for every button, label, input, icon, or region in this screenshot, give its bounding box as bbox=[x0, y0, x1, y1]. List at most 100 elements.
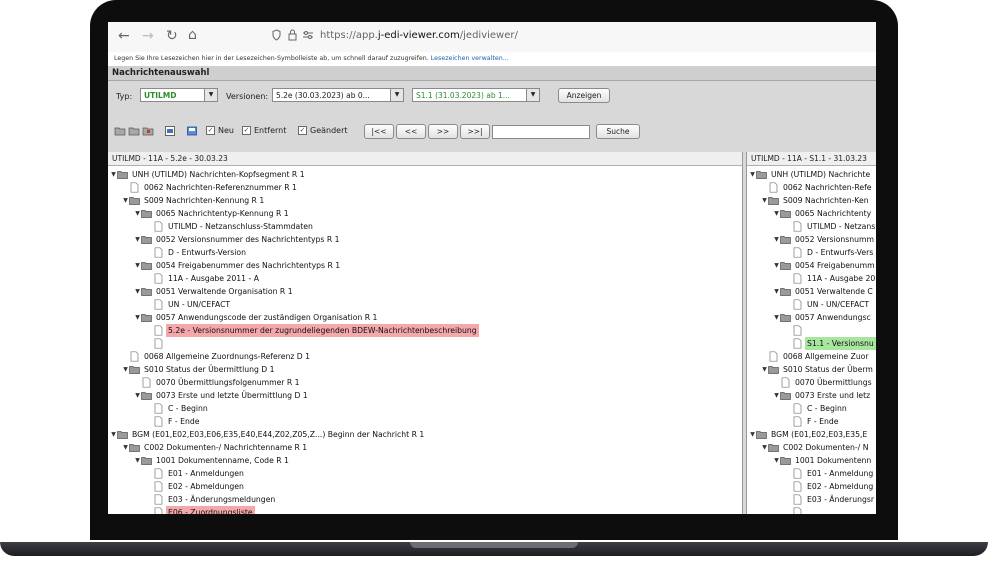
first-button[interactable]: |<< bbox=[364, 124, 394, 139]
chevron-down-icon[interactable]: ▼ bbox=[526, 89, 539, 101]
expand-toggle-icon[interactable]: ▼ bbox=[110, 428, 117, 441]
tree-node[interactable]: ▼ 0057 Anwendungscode der zuständigen Org… bbox=[134, 311, 379, 324]
tree-node[interactable]: ▼ S009 Nachrichten-Ken bbox=[761, 194, 871, 207]
tree-node[interactable]: ▼ 0051 Verwaltende C bbox=[773, 285, 875, 298]
tree-node[interactable]: ▼ 0054 Freigabenumm bbox=[773, 259, 876, 272]
tree-node[interactable]: UTILMD - Netzans bbox=[785, 220, 876, 233]
tree-node[interactable]: E01 - Anmeldungen bbox=[146, 467, 246, 480]
lock-icon[interactable] bbox=[288, 29, 297, 41]
new-checkbox[interactable]: ✓ bbox=[206, 126, 215, 135]
tree-node[interactable]: ▼ UNH (UTILMD) Nachrichten-Kopfsegment R … bbox=[110, 168, 307, 181]
expand-toggle-icon[interactable]: ▼ bbox=[761, 194, 768, 207]
expand-toggle-icon[interactable]: ▼ bbox=[134, 311, 141, 324]
back-arrow-icon[interactable]: ← bbox=[118, 28, 130, 44]
tree-node[interactable]: ▼ 0054 Freigabenummer des Nachrichtentyps… bbox=[134, 259, 342, 272]
forward-arrow-icon[interactable]: → bbox=[142, 28, 154, 44]
expand-toggle-icon[interactable]: ▼ bbox=[122, 441, 129, 454]
expand-toggle-icon[interactable]: ▼ bbox=[110, 168, 117, 181]
tree-node[interactable]: F - Ende bbox=[785, 415, 840, 428]
expand-toggle-icon[interactable]: ▼ bbox=[134, 285, 141, 298]
tree-node[interactable]: ▼ 0052 Versionsnummer des Nachrichtentyps… bbox=[134, 233, 342, 246]
permissions-icon[interactable] bbox=[302, 29, 314, 41]
tree-node[interactable]: ▼ 0051 Verwaltende Organisation R 1 bbox=[134, 285, 295, 298]
chevron-down-icon[interactable]: ▼ bbox=[390, 89, 403, 101]
expand-toggle-icon[interactable]: ▼ bbox=[761, 363, 768, 376]
tree-node[interactable]: 0062 Nachrichten-Referenznummer R 1 bbox=[122, 181, 299, 194]
show-button[interactable]: Anzeigen bbox=[558, 88, 610, 103]
tree-node[interactable]: 0068 Allgemeine Zuor bbox=[761, 350, 871, 363]
version-b-select[interactable]: S1.1 (31.03.2023) ab 1... ▼ bbox=[412, 88, 540, 102]
tree-node[interactable]: UN - UN/CEFACT bbox=[785, 298, 871, 311]
pdf-icon[interactable] bbox=[164, 125, 176, 137]
tree-node[interactable]: ▼ 0065 Nachrichtenty bbox=[773, 207, 873, 220]
tree-node[interactable]: 11A - Ausgabe 20 bbox=[785, 272, 876, 285]
reload-icon[interactable]: ↻ bbox=[166, 28, 178, 44]
expand-folder-icon[interactable] bbox=[142, 125, 154, 137]
tree-node[interactable]: ▼ 1001 Dokumentenn bbox=[773, 454, 873, 467]
tree-node[interactable]: E03 - Änderungsr bbox=[785, 493, 876, 506]
version-a-select[interactable]: 5.2e (30.03.2023) ab 0... ▼ bbox=[272, 88, 404, 102]
shield-icon[interactable] bbox=[272, 29, 281, 41]
expand-toggle-icon[interactable]: ▼ bbox=[134, 389, 141, 402]
expand-toggle-icon[interactable]: ▼ bbox=[134, 207, 141, 220]
tree-node[interactable]: ▼ BGM (E01,E02,E03,E06,E35,E40,E44,Z02,Z0… bbox=[110, 428, 426, 441]
tree-node[interactable] bbox=[146, 337, 170, 350]
tree-node[interactable]: ▼ S010 Status der Übermittlung D 1 bbox=[122, 363, 277, 376]
removed-checkbox[interactable]: ✓ bbox=[242, 126, 251, 135]
open-folder-icon[interactable] bbox=[114, 125, 126, 137]
tree-node[interactable]: E06 - Zuordnungsliste bbox=[146, 506, 255, 514]
expand-toggle-icon[interactable]: ▼ bbox=[773, 389, 780, 402]
expand-toggle-icon[interactable]: ▼ bbox=[773, 233, 780, 246]
tree-node[interactable]: D - Entwurfs-Version bbox=[146, 246, 248, 259]
expand-toggle-icon[interactable]: ▼ bbox=[761, 441, 768, 454]
search-input[interactable] bbox=[492, 125, 590, 139]
tree-node[interactable]: ▼ 1001 Dokumentenname, Code R 1 bbox=[134, 454, 291, 467]
tree-node[interactable]: ▼ UNH (UTILMD) Nachrichte bbox=[749, 168, 872, 181]
expand-toggle-icon[interactable]: ▼ bbox=[134, 454, 141, 467]
tree-node[interactable]: ▼ 0073 Erste und letz bbox=[773, 389, 872, 402]
tree-node[interactable]: D - Entwurfs-Vers bbox=[785, 246, 875, 259]
tree-node[interactable]: ▼ S009 Nachrichten-Kennung R 1 bbox=[122, 194, 266, 207]
tree-node[interactable]: ▼ 0052 Versionsnumm bbox=[773, 233, 876, 246]
tree-node[interactable]: ▼ 0057 Anwendungsc bbox=[773, 311, 873, 324]
expand-toggle-icon[interactable]: ▼ bbox=[773, 454, 780, 467]
tree-node[interactable]: 0062 Nachrichten-Refe bbox=[761, 181, 874, 194]
tree-node[interactable]: E02 - Abmeldungen bbox=[146, 480, 246, 493]
tree-node[interactable]: ▼ C002 Dokumenten-/ N bbox=[761, 441, 870, 454]
tree-node[interactable]: ▼ 0073 Erste und letzte Übermittlung D 1 bbox=[134, 389, 310, 402]
tree-node[interactable]: F - Ende bbox=[146, 415, 201, 428]
manage-bookmarks-link[interactable]: Lesezeichen verwalten... bbox=[431, 55, 509, 62]
tree-node[interactable]: ▼ 0065 Nachrichtentyp-Kennung R 1 bbox=[134, 207, 291, 220]
expand-toggle-icon[interactable]: ▼ bbox=[773, 259, 780, 272]
expand-toggle-icon[interactable]: ▼ bbox=[134, 259, 141, 272]
tree-node[interactable]: E03 - Änderungsmeldungen bbox=[146, 493, 277, 506]
tree-node[interactable]: 0070 Übermittlungsfolgenummer R 1 bbox=[134, 376, 302, 389]
right-tree-pane[interactable]: ▼ UNH (UTILMD) Nachrichte 0062 Nachrichten… bbox=[747, 166, 876, 514]
expand-toggle-icon[interactable]: ▼ bbox=[134, 233, 141, 246]
expand-toggle-icon[interactable]: ▼ bbox=[773, 285, 780, 298]
expand-toggle-icon[interactable]: ▼ bbox=[749, 428, 756, 441]
expand-toggle-icon[interactable]: ▼ bbox=[122, 363, 129, 376]
type-select[interactable]: UTILMD ▼ bbox=[140, 88, 218, 102]
tree-node[interactable]: E01 - Anmeldung bbox=[785, 467, 875, 480]
changed-checkbox[interactable]: ✓ bbox=[298, 126, 307, 135]
tree-node[interactable]: C - Beginn bbox=[146, 402, 210, 415]
tree-node[interactable]: ▼ BGM (E01,E02,E03,E35,E bbox=[749, 428, 869, 441]
url-bar[interactable]: https://app.j-edi-viewer.com/jediviewer/ bbox=[272, 28, 708, 46]
tree-node[interactable]: 0068 Allgemeine Zuordnungs-Referenz D 1 bbox=[122, 350, 312, 363]
tree-node[interactable] bbox=[785, 506, 809, 514]
tree-node[interactable]: 11A - Ausgabe 2011 - A bbox=[146, 272, 261, 285]
tree-node[interactable]: C - Beginn bbox=[785, 402, 849, 415]
expand-toggle-icon[interactable]: ▼ bbox=[773, 311, 780, 324]
tree-node[interactable]: S1.1 - Versionsnu bbox=[785, 337, 876, 350]
next-button[interactable]: >> bbox=[428, 124, 458, 139]
tree-node[interactable]: 0070 Übermittlungs bbox=[773, 376, 874, 389]
tree-node[interactable]: UTILMD - Netzanschluss-Stammdaten bbox=[146, 220, 315, 233]
tree-node[interactable]: E02 - Abmeldung bbox=[785, 480, 875, 493]
home-icon[interactable]: ⌂ bbox=[188, 27, 197, 43]
search-button[interactable]: Suche bbox=[596, 124, 640, 139]
tree-node[interactable]: ▼ S010 Status der Überm bbox=[761, 363, 875, 376]
expand-toggle-icon[interactable]: ▼ bbox=[749, 168, 756, 181]
tree-node[interactable]: UN - UN/CEFACT bbox=[146, 298, 232, 311]
expand-toggle-icon[interactable]: ▼ bbox=[773, 207, 780, 220]
